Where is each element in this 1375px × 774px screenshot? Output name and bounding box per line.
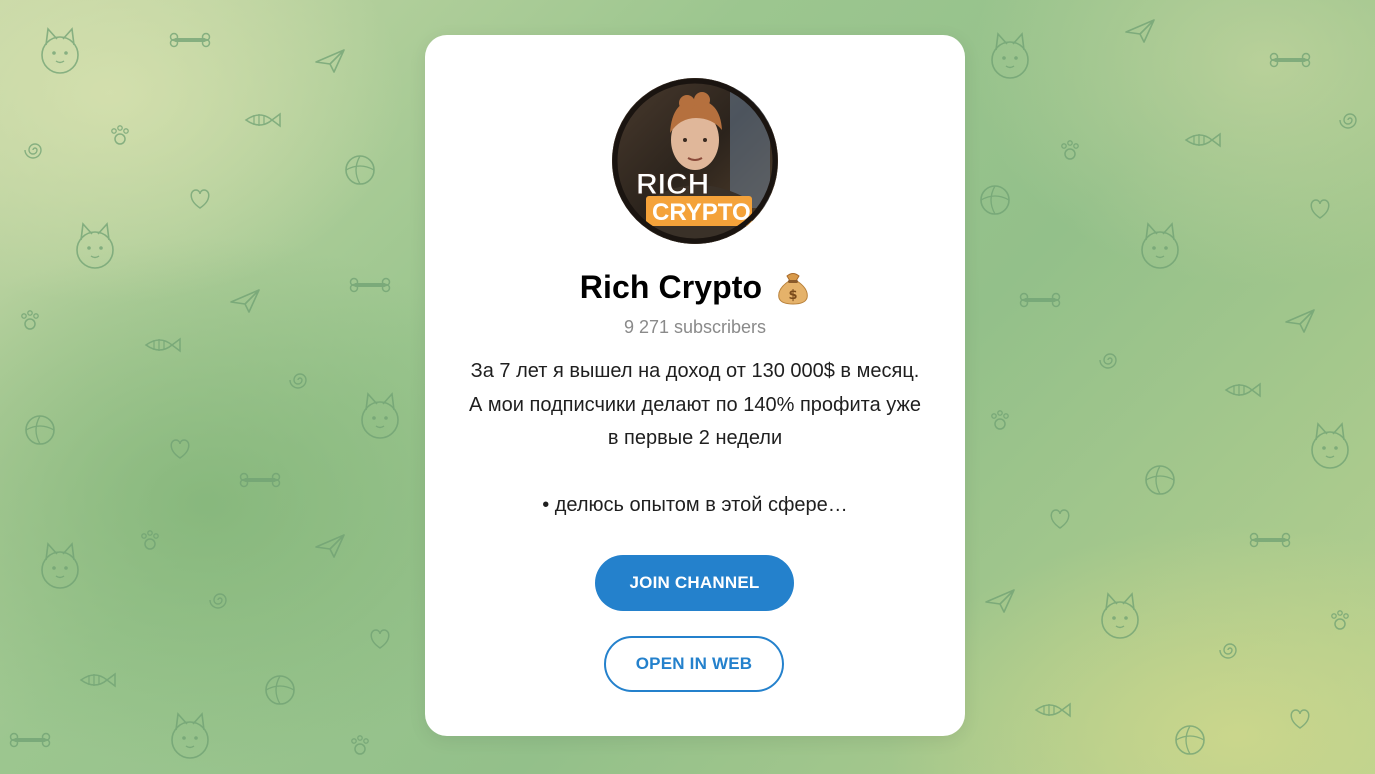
channel-description: За 7 лет я вышел на доход от 130 000$ в … <box>445 355 945 522</box>
subscriber-count: 9 271 subscribers <box>623 317 767 337</box>
channel-card: RICH CRYPTO Rich Crypto $ 9 271 subscrib… <box>425 35 965 736</box>
description-line: • делюсь опытом в этой сфере… <box>542 493 848 516</box>
description-line: А мои подписчики делают по 140% профита … <box>469 393 921 416</box>
channel-title: Rich Crypto <box>579 268 763 305</box>
moneybag-icon: $ <box>776 269 810 305</box>
channel-avatar: RICH CRYPTO <box>612 78 778 244</box>
description-line: в первые 2 недели <box>607 427 783 449</box>
open-in-web-button[interactable]: OPEN IN WEB <box>604 636 784 692</box>
join-channel-button[interactable]: JOIN CHANNEL <box>595 555 794 611</box>
svg-text:$: $ <box>789 288 798 303</box>
description-line: За 7 лет я вышел на доход от 130 000$ в … <box>470 360 920 382</box>
avatar-text-crypto: CRYPTO <box>652 199 751 226</box>
channel-title-row: Rich Crypto $ <box>425 265 965 309</box>
